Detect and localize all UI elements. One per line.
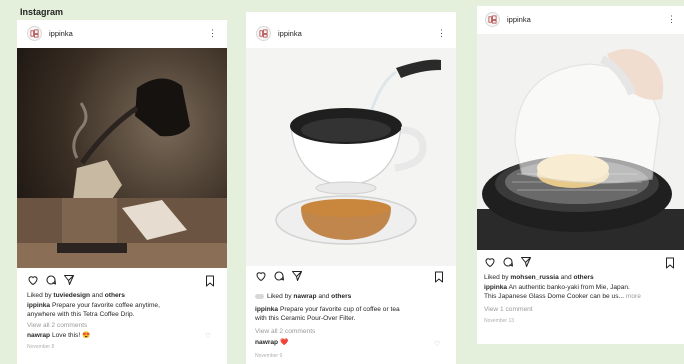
caption-user[interactable]: ippinka (27, 302, 50, 309)
caption-line-2: with this Ceramic Pour-Over Filter. (255, 314, 356, 322)
comment-text: ❤️ (279, 339, 289, 346)
comment-text: Love this! 😍 (51, 332, 91, 339)
view-comments-link[interactable]: View all 2 comments (255, 328, 315, 337)
comment-icon[interactable] (45, 274, 57, 286)
liked-prefix: Liked by (267, 293, 294, 300)
post-image[interactable] (17, 48, 227, 268)
bookmark-icon[interactable] (434, 270, 444, 288)
caption-line-1: Prepare your favorite cup of coffee or t… (279, 306, 400, 313)
brand-logo-icon (488, 15, 497, 24)
heart-icon[interactable] (255, 270, 267, 282)
post-header: ippinka ⋮ (17, 26, 227, 41)
heart-icon[interactable] (484, 256, 496, 268)
action-bar (484, 256, 532, 268)
comment-icon[interactable] (273, 270, 285, 282)
caption-user[interactable]: ippinka (255, 306, 278, 313)
caption-user[interactable]: ippinka (484, 284, 507, 291)
username[interactable]: ippinka (278, 29, 302, 38)
avatar[interactable] (27, 26, 42, 41)
brand-logo-icon (259, 29, 268, 38)
liked-user[interactable]: tuviedesign (53, 292, 90, 299)
post-date: November 13 (484, 318, 515, 324)
caption-line-1: An authentic banko-yaki from Mie, Japan. (508, 284, 630, 291)
action-bar (27, 274, 75, 286)
bookmark-icon[interactable] (205, 274, 215, 292)
app-title: Instagram (20, 7, 64, 17)
likes-line: Liked by nawrap and others (255, 293, 450, 302)
avatar[interactable] (485, 12, 500, 27)
liked-others[interactable]: others (105, 292, 125, 299)
bookmark-icon[interactable] (665, 256, 675, 274)
share-icon[interactable] (520, 256, 532, 268)
caption: ippinka Prepare your favorite coffee any… (27, 302, 222, 320)
post-date: November 8 (27, 344, 55, 350)
username[interactable]: ippinka (49, 29, 73, 38)
comment-user[interactable]: nawrap (255, 339, 278, 346)
caption-line-1: Prepare your favorite coffee anytime, (51, 302, 160, 309)
liked-prefix: Liked by (484, 274, 511, 281)
post-card: ippinka ⋮ Liked by mohsen_russia and oth… (477, 6, 684, 344)
comment-like-icon[interactable]: ♡ (434, 340, 440, 348)
liker-avatar[interactable] (255, 293, 264, 299)
caption-line-2: This Japanese Glass Dome Cooker can be u… (484, 292, 625, 300)
liked-prefix: Liked by (27, 292, 54, 299)
more-icon[interactable]: ⋮ (437, 29, 446, 38)
liked-and: and (558, 274, 574, 281)
share-icon[interactable] (63, 274, 75, 286)
post-header: ippinka ⋮ (246, 26, 456, 41)
comment: nawrap ❤️ (255, 339, 435, 348)
liked-and: and (316, 293, 332, 300)
view-comments-link[interactable]: View 1 comment (484, 306, 533, 315)
comment-user[interactable]: nawrap (27, 332, 50, 339)
caption-line-2: anywhere with this Tetra Coffee Drip. (27, 310, 135, 318)
more-icon[interactable]: ⋮ (667, 15, 676, 24)
liked-others[interactable]: others (331, 293, 351, 300)
heart-icon[interactable] (27, 274, 39, 286)
caption: ippinka An authentic banko-yaki from Mie… (484, 284, 684, 302)
comment-like-icon[interactable]: ♡ (205, 332, 211, 340)
caption-more-link[interactable]: more (626, 293, 641, 300)
brand-logo-icon (30, 29, 39, 38)
share-icon[interactable] (291, 270, 303, 282)
post-image[interactable] (246, 48, 456, 266)
post-date: November 9 (255, 353, 283, 359)
view-comments-link[interactable]: View all 2 comments (27, 322, 87, 331)
comment-icon[interactable] (502, 256, 514, 268)
post-image[interactable] (477, 34, 684, 250)
username[interactable]: ippinka (507, 15, 531, 24)
likes-line: Liked by tuviedesign and others (27, 292, 222, 301)
liked-user[interactable]: nawrap (293, 293, 316, 300)
liked-and: and (90, 292, 105, 299)
post-header: ippinka ⋮ (477, 12, 684, 27)
likes-line: Liked by mohsen_russia and others (484, 274, 682, 283)
caption: ippinka Prepare your favorite cup of cof… (255, 306, 453, 324)
post-card: ippinka ⋮ Liked by nawrap and others ipp… (246, 12, 456, 364)
liked-others[interactable]: others (573, 274, 593, 281)
more-icon[interactable]: ⋮ (208, 29, 217, 38)
post-card: ippinka ⋮ Liked by tuviedesign and other… (17, 20, 227, 364)
avatar[interactable] (256, 26, 271, 41)
comment: nawrap Love this! 😍 (27, 332, 207, 341)
action-bar (255, 270, 303, 282)
liked-user[interactable]: mohsen_russia (510, 274, 558, 281)
